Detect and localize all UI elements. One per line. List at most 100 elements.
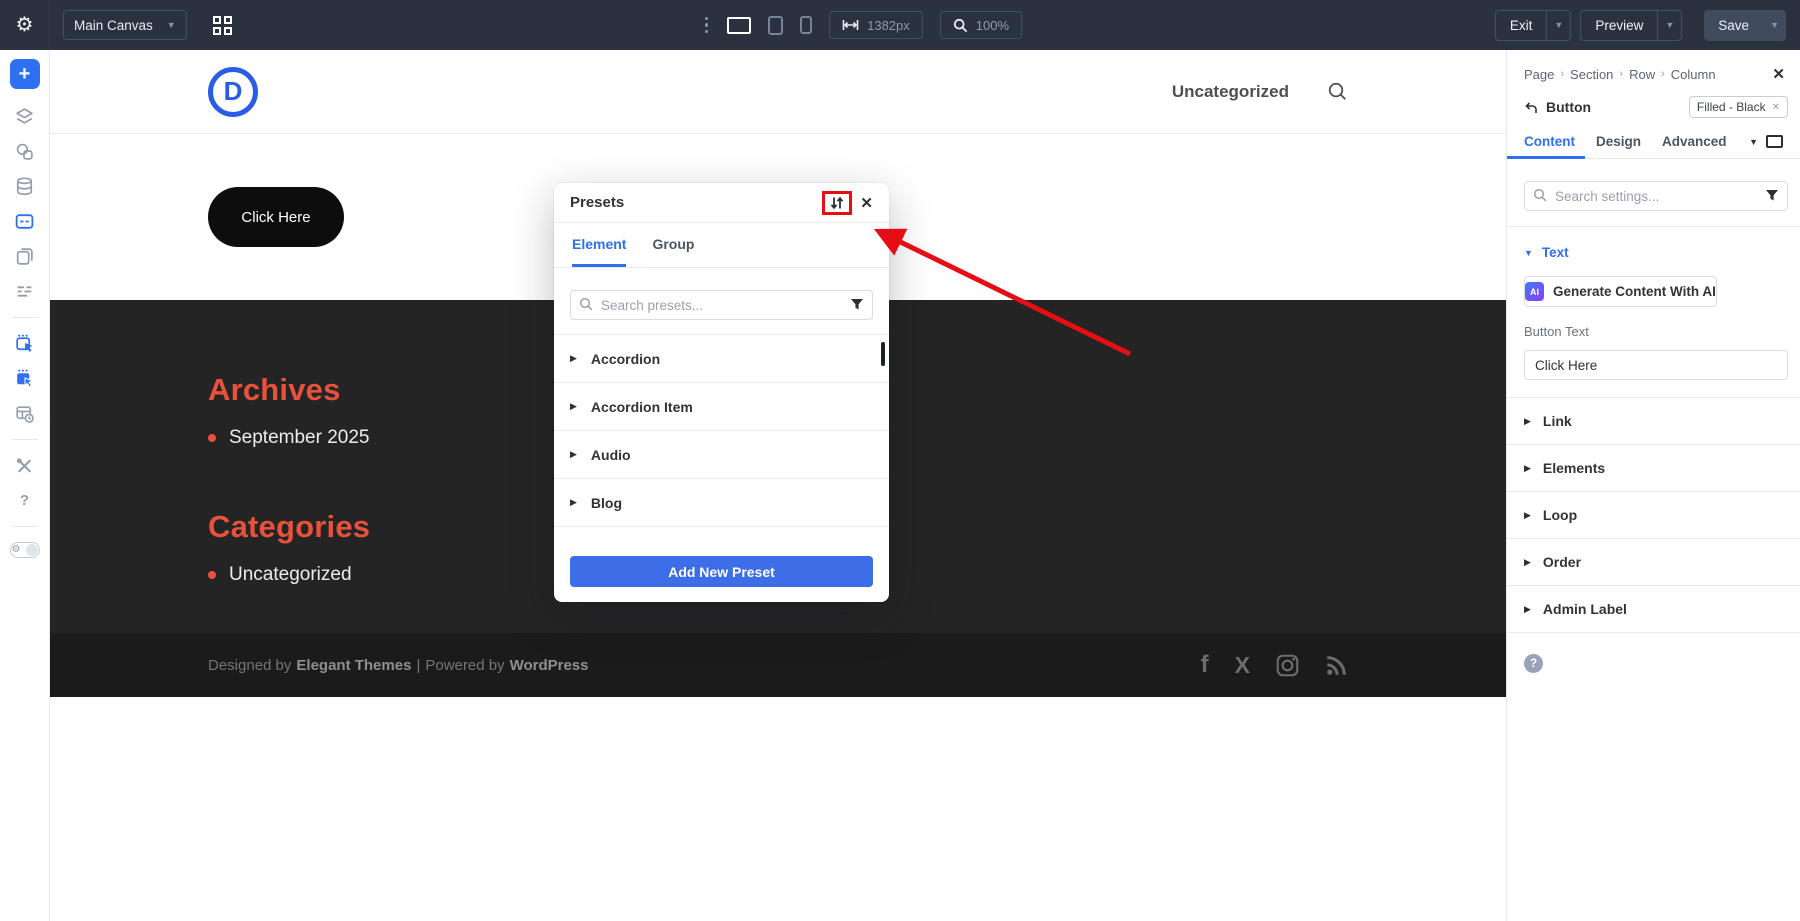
group-elements[interactable]: ▶ Elements (1507, 445, 1800, 492)
filter-funnel-icon[interactable] (850, 298, 864, 311)
layers-grid-view-button[interactable] (213, 16, 232, 35)
tab-design[interactable]: Design (1596, 134, 1641, 149)
tab-advanced[interactable]: Advanced (1662, 134, 1727, 149)
settings-search (1524, 181, 1788, 211)
breadcrumb-row[interactable]: Row (1629, 67, 1655, 82)
more-options-button[interactable] (705, 17, 709, 34)
table-clock-icon (14, 403, 35, 424)
pages-button[interactable] (14, 246, 36, 268)
instagram-icon[interactable] (1276, 654, 1299, 677)
tab-group[interactable]: Group (652, 223, 694, 267)
dynamic-data-button[interactable] (14, 176, 36, 198)
preset-item-accordion-item[interactable]: ▶ Accordion Item (554, 382, 889, 430)
nav-menu-item[interactable]: Uncategorized (1172, 82, 1289, 102)
hero-click-here-button[interactable]: Click Here (208, 187, 344, 247)
button-text-input[interactable] (1524, 350, 1788, 380)
divider (1507, 226, 1800, 227)
elegant-themes-link[interactable]: Elegant Themes (296, 657, 411, 674)
design-library-button[interactable] (14, 141, 36, 163)
presets-modal-header: Presets ✕ (554, 183, 889, 223)
copy-pages-icon (14, 246, 35, 267)
search-icon (1533, 188, 1548, 203)
add-new-preset-button[interactable]: Add New Preset (570, 556, 873, 587)
exit-label: Exit (1496, 11, 1547, 40)
facebook-icon[interactable]: f (1201, 651, 1209, 679)
ai-badge-icon: AI (1525, 282, 1544, 301)
preview-button[interactable]: Preview ▼ (1580, 10, 1682, 41)
close-icon[interactable]: ✕ (860, 194, 873, 212)
preview-dropdown-chevron-icon[interactable]: ▼ (1657, 11, 1681, 40)
site-footer: Designed by Elegant Themes | Powered by … (50, 633, 1506, 697)
desktop-view-icon[interactable] (727, 17, 751, 34)
site-logo[interactable]: D (208, 67, 258, 117)
caret-right-icon: ▶ (1524, 416, 1531, 427)
filter-funnel-icon[interactable] (1765, 189, 1779, 202)
preset-item-blog[interactable]: ▶ Blog (554, 478, 889, 526)
presets-search (570, 290, 873, 320)
preset-item-accordion[interactable]: ▶ Accordion (554, 334, 889, 382)
breadcrumb: Page› Section› Row› Column ✕ (1507, 50, 1800, 83)
remove-preset-icon[interactable]: ✕ (1772, 102, 1780, 113)
button-text-label: Button Text (1524, 324, 1788, 339)
presets-modal: Presets ✕ Element Group ▶ Accordion ▶ (554, 183, 889, 602)
settings-toggle[interactable]: ⚙ (10, 542, 40, 558)
preset-item-audio[interactable]: ▶ Audio (554, 430, 889, 478)
exit-button[interactable]: Exit ▼ (1495, 10, 1571, 41)
rss-icon[interactable] (1325, 654, 1348, 677)
chevron-down-icon[interactable]: ▼ (1749, 137, 1758, 147)
bullet-icon (208, 434, 216, 442)
phone-view-icon[interactable] (800, 16, 812, 34)
preset-badge[interactable]: Filled - Black ✕ (1689, 96, 1788, 118)
tablet-view-icon[interactable] (768, 16, 783, 35)
group-loop[interactable]: ▶ Loop (1507, 492, 1800, 539)
caret-right-icon: ▶ (1524, 557, 1531, 568)
exit-dropdown-chevron-icon[interactable]: ▼ (1546, 11, 1570, 40)
wordpress-link[interactable]: WordPress (510, 657, 589, 674)
x-twitter-icon[interactable]: X (1235, 652, 1250, 679)
interactions-button[interactable] (14, 333, 36, 355)
canvas-selector-dropdown[interactable]: Main Canvas ▼ (63, 10, 187, 40)
group-link[interactable]: ▶ Link (1507, 398, 1800, 445)
sort-presets-button-highlighted[interactable] (822, 191, 852, 215)
tab-element[interactable]: Element (572, 223, 626, 267)
search-icon (579, 297, 594, 312)
save-button[interactable]: Save ▼ (1704, 10, 1786, 41)
settings-search-input[interactable] (1524, 181, 1788, 211)
builder-tools-button[interactable] (14, 455, 36, 477)
module-name: Button (1546, 99, 1591, 115)
builder-settings-button[interactable]: ⚙ (0, 0, 50, 50)
archives-link[interactable]: September 2025 (229, 427, 370, 449)
categories-link[interactable]: Uncategorized (229, 564, 352, 586)
wireframe-view-button[interactable] (14, 281, 36, 303)
layers-panel-button[interactable] (14, 106, 36, 128)
breadcrumb-column[interactable]: Column (1671, 67, 1716, 82)
settings-tabs: Content Design Advanced ▼ (1507, 125, 1800, 159)
canvas-width-field[interactable]: 1382px (829, 11, 923, 39)
wireframe-rows-icon (14, 281, 35, 302)
add-module-button[interactable]: + (10, 59, 40, 89)
help-icon[interactable]: ? (1524, 654, 1543, 673)
help-button[interactable]: ? (14, 490, 36, 512)
scrollbar-thumb[interactable] (881, 342, 885, 366)
breadcrumb-page[interactable]: Page (1524, 67, 1554, 82)
presets-search-input[interactable] (570, 290, 873, 320)
save-dropdown-chevron-icon[interactable]: ▼ (1763, 10, 1786, 41)
interactions-active-button[interactable] (14, 368, 36, 390)
zoom-level-field[interactable]: 100% (940, 11, 1022, 39)
desktop-view-icon[interactable] (1766, 135, 1783, 148)
search-icon[interactable] (1327, 81, 1348, 102)
breadcrumb-section[interactable]: Section (1570, 67, 1613, 82)
back-arrow-icon[interactable] (1524, 101, 1538, 114)
topbar-actions: Exit ▼ Preview ▼ Save ▼ (1495, 10, 1786, 41)
text-group-header[interactable]: ▼ Text (1524, 245, 1788, 260)
presets-panel-button[interactable] (14, 211, 36, 233)
group-admin-label[interactable]: ▶ Admin Label (1507, 586, 1800, 633)
site-header: D Uncategorized (50, 50, 1506, 134)
tab-content[interactable]: Content (1524, 134, 1575, 149)
close-icon[interactable]: ✕ (1772, 65, 1785, 83)
caret-right-icon: ▶ (1524, 604, 1531, 615)
generate-content-ai-button[interactable]: AI Generate Content With AI (1524, 276, 1717, 307)
group-order[interactable]: ▶ Order (1507, 539, 1800, 586)
presets-modal-title: Presets (570, 194, 624, 211)
history-table-button[interactable] (14, 403, 36, 425)
